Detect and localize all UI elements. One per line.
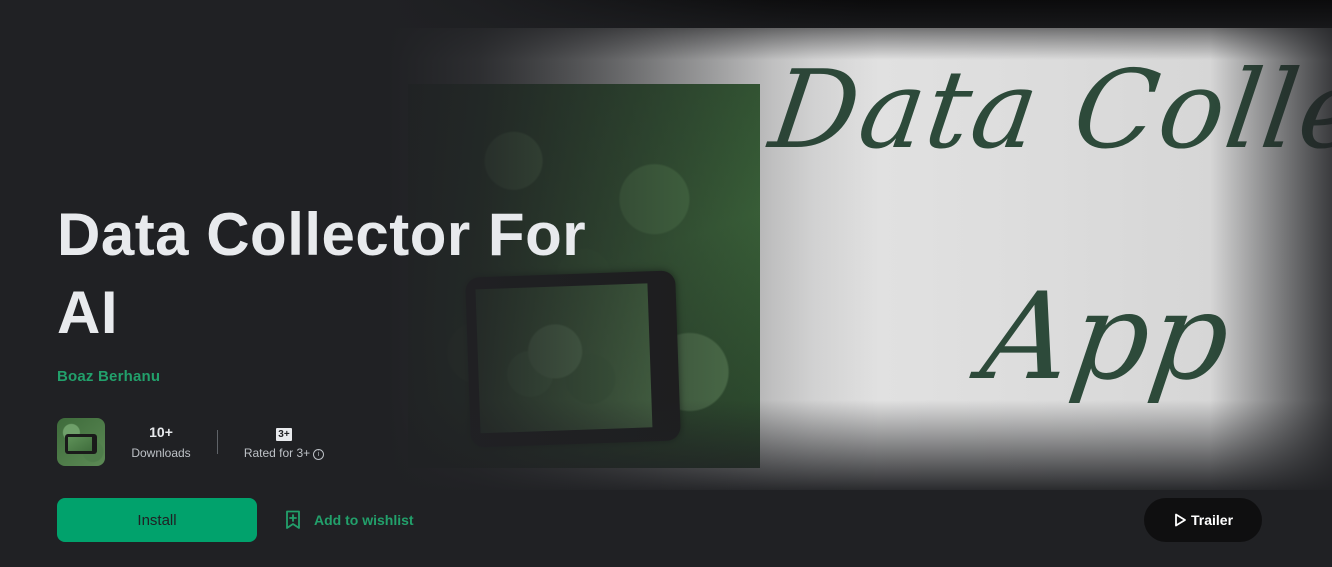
banner-script-subtitle: App — [974, 268, 1241, 407]
app-icon — [57, 418, 105, 466]
downloads-stat: 10+ Downloads — [122, 423, 200, 461]
content-rating-badge: 3+ — [276, 428, 292, 441]
downloads-label: Downloads — [131, 446, 191, 460]
content-rating-label-row: Rated for 3+ i — [232, 445, 336, 461]
app-hero: Data Collector App Data Collector For AI… — [0, 0, 1332, 567]
stat-divider — [217, 430, 218, 454]
app-icon-screen — [68, 437, 92, 451]
app-icon-phone — [65, 434, 97, 454]
bookmark-add-icon — [284, 510, 302, 530]
add-to-wishlist-label: Add to wishlist — [314, 512, 414, 528]
trailer-label: Trailer — [1190, 512, 1234, 528]
banner-script-title: Data Collector — [763, 48, 1332, 173]
play-icon — [1173, 513, 1187, 527]
trailer-button[interactable]: Trailer — [1144, 498, 1262, 542]
content-rating-value: 3+ — [232, 423, 336, 441]
downloads-value: 10+ — [149, 424, 173, 440]
developer-link[interactable]: Boaz Berhanu — [57, 368, 160, 385]
content-rating-label: Rated for 3+ — [243, 446, 311, 460]
add-to-wishlist-button[interactable]: Add to wishlist — [276, 498, 422, 542]
info-icon[interactable]: i — [313, 449, 325, 460]
content-rating-stat[interactable]: 3+ Rated for 3+ i — [232, 423, 336, 461]
install-button[interactable]: Install — [57, 498, 257, 542]
app-title: Data Collector For AI — [57, 201, 587, 346]
